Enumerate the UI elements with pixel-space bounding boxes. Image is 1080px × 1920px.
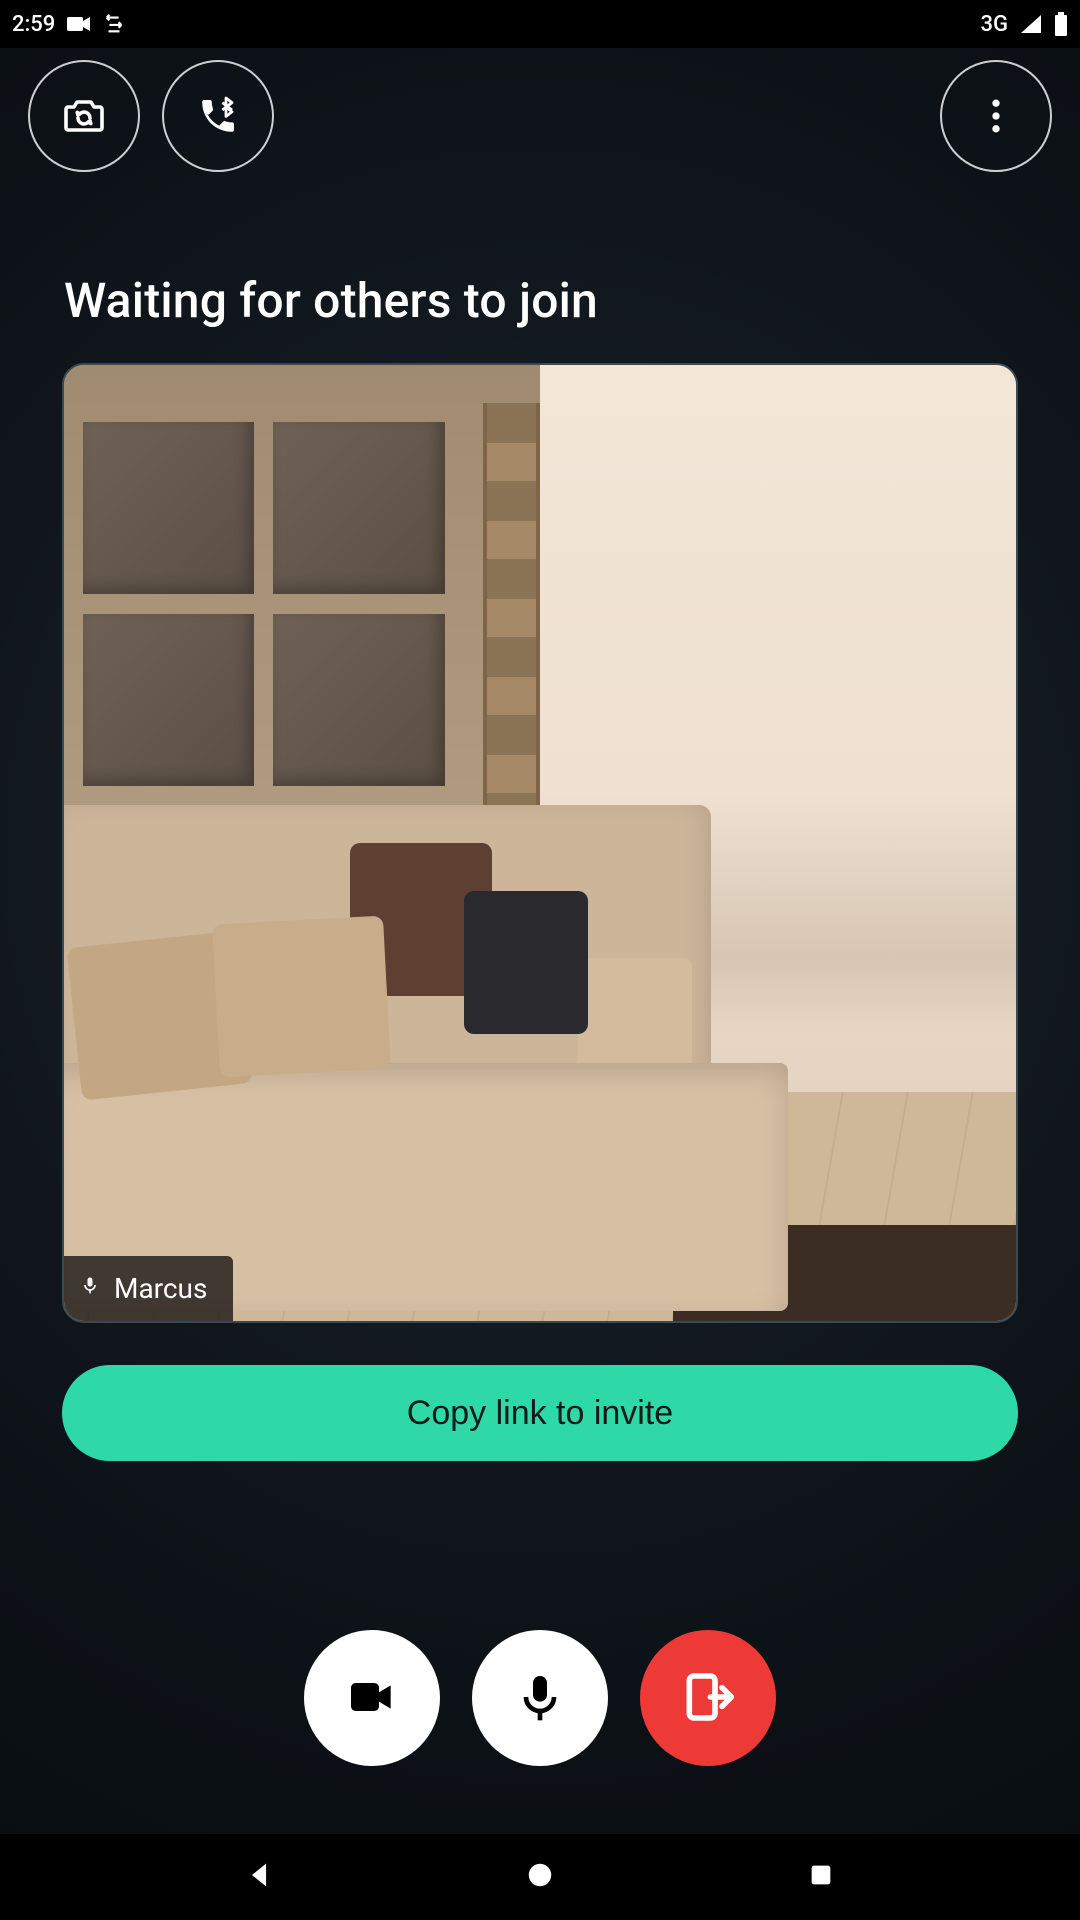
recent-icon (807, 1861, 835, 1893)
flip-camera-button[interactable] (28, 60, 140, 172)
more-options-button[interactable] (940, 60, 1052, 172)
mic-icon (80, 1272, 100, 1305)
battery-icon (1054, 12, 1068, 36)
toggle-video-button[interactable] (304, 1630, 440, 1766)
flip-camera-icon (60, 92, 108, 140)
leave-call-button[interactable] (640, 1630, 776, 1766)
more-vert-icon (974, 94, 1018, 138)
nav-recent-button[interactable] (799, 1855, 843, 1899)
status-bar: 2:59 3G (0, 0, 1080, 48)
leave-icon (680, 1669, 736, 1728)
sync-icon (103, 13, 125, 35)
self-video-tile[interactable]: Marcus (62, 363, 1018, 1323)
participant-name: Marcus (114, 1272, 207, 1305)
waiting-heading: Waiting for others to join (0, 172, 1080, 329)
nav-home-button[interactable] (518, 1855, 562, 1899)
system-nav-bar (0, 1834, 1080, 1920)
network-label: 3G (981, 12, 1009, 37)
back-icon (242, 1858, 276, 1896)
camera-icon (67, 15, 91, 33)
top-action-bar (0, 60, 1080, 172)
call-screen: Waiting for others to join (0, 48, 1080, 1834)
home-icon (525, 1860, 555, 1894)
video-preview (64, 365, 1016, 1321)
toggle-mic-button[interactable] (472, 1630, 608, 1766)
nav-back-button[interactable] (237, 1855, 281, 1899)
mic-icon (512, 1669, 568, 1728)
signal-icon (1020, 14, 1042, 34)
bluetooth-audio-button[interactable] (162, 60, 274, 172)
call-controls (0, 1630, 1080, 1766)
copy-invite-link-button[interactable]: Copy link to invite (62, 1365, 1018, 1461)
bluetooth-call-icon (194, 92, 242, 140)
participant-chip: Marcus (64, 1256, 233, 1321)
videocam-icon (344, 1669, 400, 1728)
status-time: 2:59 (12, 12, 55, 37)
